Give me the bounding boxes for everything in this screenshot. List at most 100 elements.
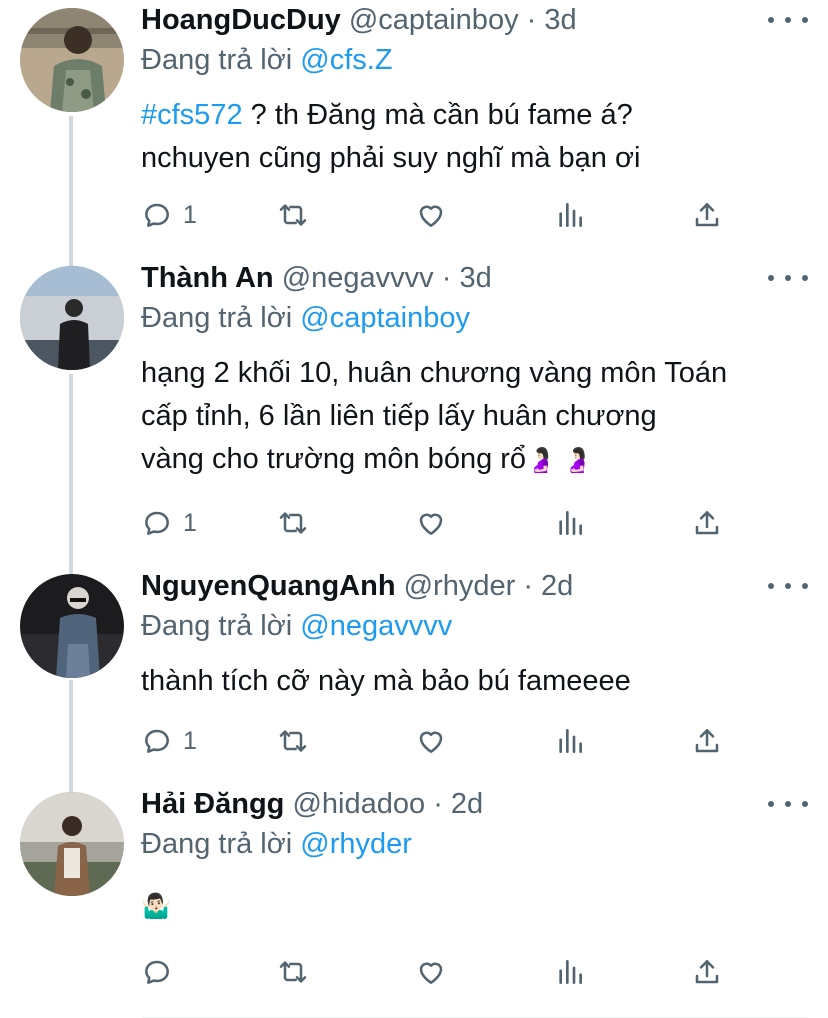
pregnant-man-emoji: 🤰🏻 🤰🏻 [526, 447, 593, 474]
action-bar: 1 [141, 195, 808, 235]
replying-to: Đang trả lời @negavvvv [141, 606, 452, 646]
tweet-text-line: vàng cho trường môn bóng rổ [141, 443, 527, 475]
more-icon[interactable] [768, 794, 808, 814]
reply-icon [145, 960, 169, 984]
reply-tweet[interactable]: NguyenQuangAnh @rhyder · 2d Đang trả lời… [0, 566, 828, 778]
timestamp[interactable]: 2d [451, 788, 483, 820]
avatar[interactable] [20, 266, 124, 370]
reply-button[interactable]: 1 [141, 195, 197, 235]
tweet-text-line: nchuyen cũng phải suy nghĩ mà bạn ơi [141, 142, 641, 174]
replying-to-label: Đang trả lời [141, 610, 293, 642]
display-name[interactable]: Hải Đăngg [141, 788, 284, 820]
mention-link[interactable]: @cfs.Z [300, 44, 392, 76]
tweet-text-line: hạng 2 khối 10, huân chương vàng môn Toá… [141, 357, 728, 389]
user-handle[interactable]: @negavvvv [282, 262, 434, 294]
replying-to-label: Đang trả lời [141, 828, 293, 860]
reply-button[interactable]: 1 [141, 721, 197, 761]
reply-icon [145, 203, 169, 227]
replying-to: Đang trả lời @cfs.Z [141, 40, 393, 80]
reply-count: 1 [183, 200, 197, 229]
timestamp[interactable]: 3d [544, 4, 576, 36]
timestamp[interactable]: 2d [541, 570, 573, 602]
retweet-button[interactable] [277, 952, 309, 992]
tweet-header: Thành An @negavvvv · 3d [141, 258, 492, 298]
reply-icon [145, 729, 169, 753]
avatar[interactable] [20, 574, 124, 678]
tweet-text: hạng 2 khối 10, huân chương vàng môn Toá… [141, 352, 808, 482]
like-button[interactable] [415, 721, 447, 761]
reply-tweet[interactable]: Hải Đăngg @hidadoo · 2d Đang trả lời @rh… [0, 784, 828, 1018]
share-button[interactable] [691, 195, 723, 235]
views-icon [559, 203, 582, 227]
timestamp[interactable]: 3d [459, 262, 491, 294]
separator-dot: · [441, 262, 452, 294]
shrug-emoji: 🤷🏻‍♂️ [141, 893, 171, 920]
views-icon [559, 729, 582, 753]
replying-to-label: Đang trả lời [141, 44, 293, 76]
action-bar [141, 952, 808, 992]
more-icon[interactable] [768, 576, 808, 596]
like-icon [419, 513, 443, 535]
tweet-text: thành tích cỡ này mà bảo bú fameeee [141, 660, 808, 703]
avatar[interactable] [20, 8, 124, 112]
share-icon [695, 729, 719, 753]
share-button[interactable] [691, 503, 723, 543]
tweet-text-line: thành tích cỡ này mà bảo bú fameeee [141, 665, 631, 697]
mention-link[interactable]: @negavvvv [300, 610, 452, 642]
separator-dot: · [523, 570, 533, 602]
share-icon [695, 203, 719, 227]
views-button[interactable] [554, 952, 586, 992]
share-icon [695, 960, 719, 984]
tweet-text-line: cấp tỉnh, 6 lần liên tiếp lấy huân chươn… [141, 400, 657, 432]
more-icon[interactable] [768, 268, 808, 288]
retweet-icon [279, 512, 307, 534]
like-icon [419, 962, 443, 984]
tweet-text: #cfs572 ? th Đăng mà cần bú fame á? nchu… [141, 94, 808, 180]
reply-button[interactable]: 1 [141, 503, 197, 543]
action-bar: 1 [141, 503, 808, 543]
replying-to: Đang trả lời @captainboy [141, 298, 470, 338]
tweet-header: NguyenQuangAnh @rhyder · 2d [141, 566, 573, 606]
reply-icon [145, 511, 169, 535]
mention-link[interactable]: @captainboy [300, 302, 470, 334]
reply-tweet[interactable]: Thành An @negavvvv · 3d Đang trả lời @ca… [0, 258, 828, 558]
avatar[interactable] [20, 792, 124, 896]
user-handle[interactable]: @hidadoo [292, 788, 425, 820]
replying-to: Đang trả lời @rhyder [141, 824, 412, 864]
like-icon [419, 205, 443, 227]
reply-tweet[interactable]: HoangDucDuy @captainboy · 3d Đang trả lờ… [0, 0, 828, 250]
views-button[interactable] [554, 195, 586, 235]
replying-to-label: Đang trả lời [141, 302, 293, 334]
retweet-icon [279, 961, 307, 983]
reply-button[interactable] [141, 952, 173, 992]
reply-count: 1 [183, 726, 197, 755]
retweet-button[interactable] [277, 503, 309, 543]
display-name[interactable]: Thành An [141, 262, 274, 294]
tweet-text: 🤷🏻‍♂️ [141, 884, 808, 928]
views-icon [559, 511, 582, 535]
user-handle[interactable]: @rhyder [404, 570, 516, 602]
share-button[interactable] [691, 952, 723, 992]
views-button[interactable] [554, 503, 586, 543]
mention-link[interactable]: @rhyder [300, 828, 412, 860]
like-button[interactable] [415, 503, 447, 543]
display-name[interactable]: NguyenQuangAnh [141, 570, 396, 602]
more-icon[interactable] [768, 10, 808, 30]
action-bar: 1 [141, 721, 808, 761]
tweet-text-line: ? th Đăng mà cần bú fame á? [242, 99, 633, 131]
views-button[interactable] [554, 721, 586, 761]
display-name[interactable]: HoangDucDuy [141, 4, 341, 36]
like-button[interactable] [415, 195, 447, 235]
retweet-icon [279, 204, 307, 226]
retweet-button[interactable] [277, 195, 309, 235]
reply-count: 1 [183, 508, 197, 537]
share-icon [695, 511, 719, 535]
share-button[interactable] [691, 721, 723, 761]
like-button[interactable] [415, 952, 447, 992]
tweet-header: Hải Đăngg @hidadoo · 2d [141, 784, 483, 824]
retweet-icon [279, 730, 307, 752]
retweet-button[interactable] [277, 721, 309, 761]
user-handle[interactable]: @captainboy [349, 4, 519, 36]
hashtag-link[interactable]: #cfs572 [141, 99, 243, 131]
separator-dot: · [526, 4, 537, 36]
